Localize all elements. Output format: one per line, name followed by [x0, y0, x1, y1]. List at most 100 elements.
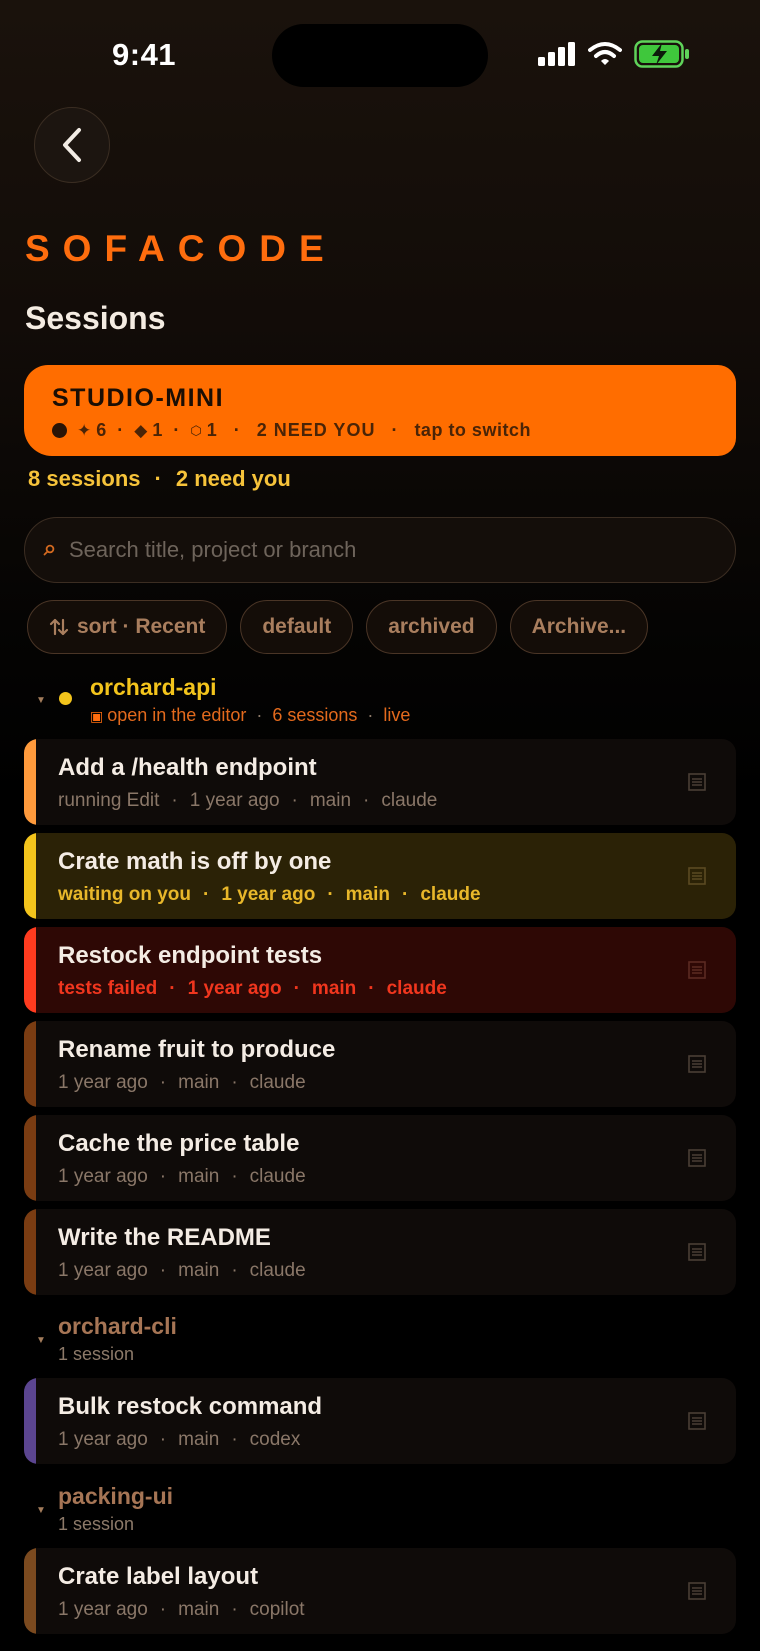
sort-arrows-icon: [49, 618, 69, 636]
group-header-orchard-api[interactable]: ▼ orchard-api ▣ open in the editor · 6 sess…: [0, 672, 760, 728]
session-title: Cache the price table: [58, 1130, 300, 1157]
status-stripe: [24, 927, 36, 1013]
brand-logo-text: SOFACODE: [25, 228, 337, 269]
session-age: 1 year ago: [58, 1599, 148, 1620]
terminal-icon[interactable]: [688, 1149, 706, 1167]
editor-icon: ▣: [90, 708, 104, 724]
group-header-orchard-cli[interactable]: ▼ orchard-cli 1 session: [0, 1311, 760, 1367]
running-sparkle-icon: ✦: [77, 420, 93, 440]
default-chip-label: default: [262, 615, 332, 638]
session-title: Bulk restock command: [58, 1393, 323, 1420]
session-branch: main: [178, 1072, 220, 1093]
session-branch: main: [311, 978, 357, 999]
search-input[interactable]: [69, 537, 735, 563]
machine-stats: ✦ 6 · ◆ 1 · ⬡ 1 · 2 NEED YOU · tap to sw…: [52, 420, 531, 441]
failed-count: 1: [206, 420, 218, 440]
session-age: 1 year ago: [58, 1429, 148, 1450]
need-you-label: 2 NEED YOU: [256, 420, 376, 440]
machine-switcher-card[interactable]: STUDIO-MINI ✦ 6 · ◆ 1 · ⬡ 1 · 2 NEED YOU…: [24, 365, 736, 456]
need-you-count: 2 need you: [175, 466, 291, 491]
session-agent: claude: [249, 1260, 306, 1281]
group-header-packing-ui[interactable]: ▼ packing-ui 1 session: [0, 1481, 760, 1537]
session-status: tests failed: [58, 978, 158, 999]
session-age: 1 year ago: [221, 884, 316, 905]
session-meta: 1 year ago · main · claude: [58, 1166, 306, 1187]
session-agent: claude: [381, 790, 438, 811]
caret-down-icon: ▼: [36, 695, 46, 706]
session-agent: claude: [386, 978, 447, 999]
separator: ·: [117, 420, 125, 440]
group-session-count: 1 session: [58, 1344, 135, 1364]
archived-chip[interactable]: archived: [366, 600, 497, 654]
session-meta: waiting on you · 1 year ago · main · claude: [58, 884, 481, 905]
session-row[interactable]: Cache the price table 1 year ago · main · cl…: [24, 1115, 736, 1201]
signal-icon: [538, 42, 575, 66]
session-row[interactable]: Restock endpoint tests tests failed · 1 ye…: [24, 927, 736, 1013]
session-agent: codex: [249, 1429, 301, 1450]
session-row[interactable]: Bulk restock command 1 year ago · main · cod…: [24, 1378, 736, 1464]
status-stripe: [24, 833, 36, 919]
session-status: running Edit: [58, 790, 160, 811]
session-status: waiting on you: [58, 884, 191, 905]
status-stripe: [24, 1548, 36, 1634]
system-icons: [538, 40, 690, 68]
group-meta: ▣ open in the editor · 6 sessions · live: [90, 705, 410, 726]
terminal-icon[interactable]: [688, 961, 706, 979]
terminal-icon[interactable]: [688, 1243, 706, 1261]
group-state: live: [383, 705, 411, 725]
archive-chip[interactable]: Archive...: [509, 600, 649, 654]
open-in-editor-link[interactable]: open in the editor: [107, 705, 246, 725]
session-title: Rename fruit to produce: [58, 1036, 336, 1063]
waiting-diamond-icon: ◆: [134, 420, 149, 440]
machine-status-dot: [52, 423, 67, 438]
session-title: Write the README: [58, 1224, 271, 1251]
terminal-icon[interactable]: [688, 1055, 706, 1073]
session-row[interactable]: Write the README 1 year ago · main · claude: [24, 1209, 736, 1295]
session-meta: 1 year ago · main · claude: [58, 1260, 306, 1281]
session-row[interactable]: Add a /health endpoint running Edit · 1 ye…: [24, 739, 736, 825]
back-button[interactable]: [34, 107, 110, 183]
session-age: 1 year ago: [187, 978, 282, 999]
session-title: Add a /health endpoint: [58, 754, 317, 781]
sessions-screen: 9:41 SOFACODE Sessions STUDIO-MINI ✦ 6 ·…: [0, 0, 760, 1651]
status-time: 9:41: [112, 37, 177, 72]
sessions-summary: 8 sessions · 2 need you: [28, 466, 291, 492]
terminal-icon[interactable]: [688, 1582, 706, 1600]
status-stripe: [24, 1378, 36, 1464]
session-title: Crate math is off by one: [58, 848, 332, 875]
status-stripe: [24, 1209, 36, 1295]
session-age: 1 year ago: [189, 790, 280, 811]
failed-hexagon-icon: ⬡: [190, 422, 203, 438]
group-session-count: 1 session: [58, 1514, 135, 1534]
terminal-icon[interactable]: [688, 867, 706, 885]
session-row[interactable]: Crate math is off by one waiting on you ·…: [24, 833, 736, 919]
separator: ·: [256, 705, 263, 725]
session-title: Restock endpoint tests: [58, 942, 323, 969]
separator: ·: [391, 420, 399, 440]
session-age: 1 year ago: [58, 1072, 148, 1093]
terminal-icon[interactable]: [688, 773, 706, 791]
session-agent: claude: [420, 884, 481, 905]
group-name: packing-ui: [58, 1483, 174, 1509]
terminal-icon[interactable]: [688, 1412, 706, 1430]
sort-chip[interactable]: sort · Recent: [27, 600, 228, 654]
status-stripe: [24, 1021, 36, 1107]
status-stripe: [24, 1115, 36, 1201]
search-box[interactable]: [24, 517, 736, 583]
wifi-icon: [588, 42, 622, 65]
session-age: 1 year ago: [58, 1166, 148, 1187]
machine-name: STUDIO-MINI: [52, 384, 225, 412]
status-stripe: [24, 739, 36, 825]
session-row[interactable]: Rename fruit to produce 1 year ago · main ·…: [24, 1021, 736, 1107]
session-meta: 1 year ago · main · copilot: [58, 1599, 305, 1620]
session-meta: 1 year ago · main · codex: [58, 1429, 301, 1450]
archived-chip-label: archived: [388, 615, 475, 638]
session-meta: running Edit · 1 year ago · main · claude: [58, 790, 438, 811]
session-branch: main: [178, 1166, 220, 1187]
running-count: 6: [96, 420, 108, 440]
chevron-left-icon: [63, 128, 81, 162]
session-branch: main: [178, 1260, 220, 1281]
default-chip[interactable]: default: [240, 600, 354, 654]
session-row[interactable]: Crate label layout 1 year ago · main · copil…: [24, 1548, 736, 1634]
tap-to-switch-label: tap to switch: [414, 420, 531, 440]
